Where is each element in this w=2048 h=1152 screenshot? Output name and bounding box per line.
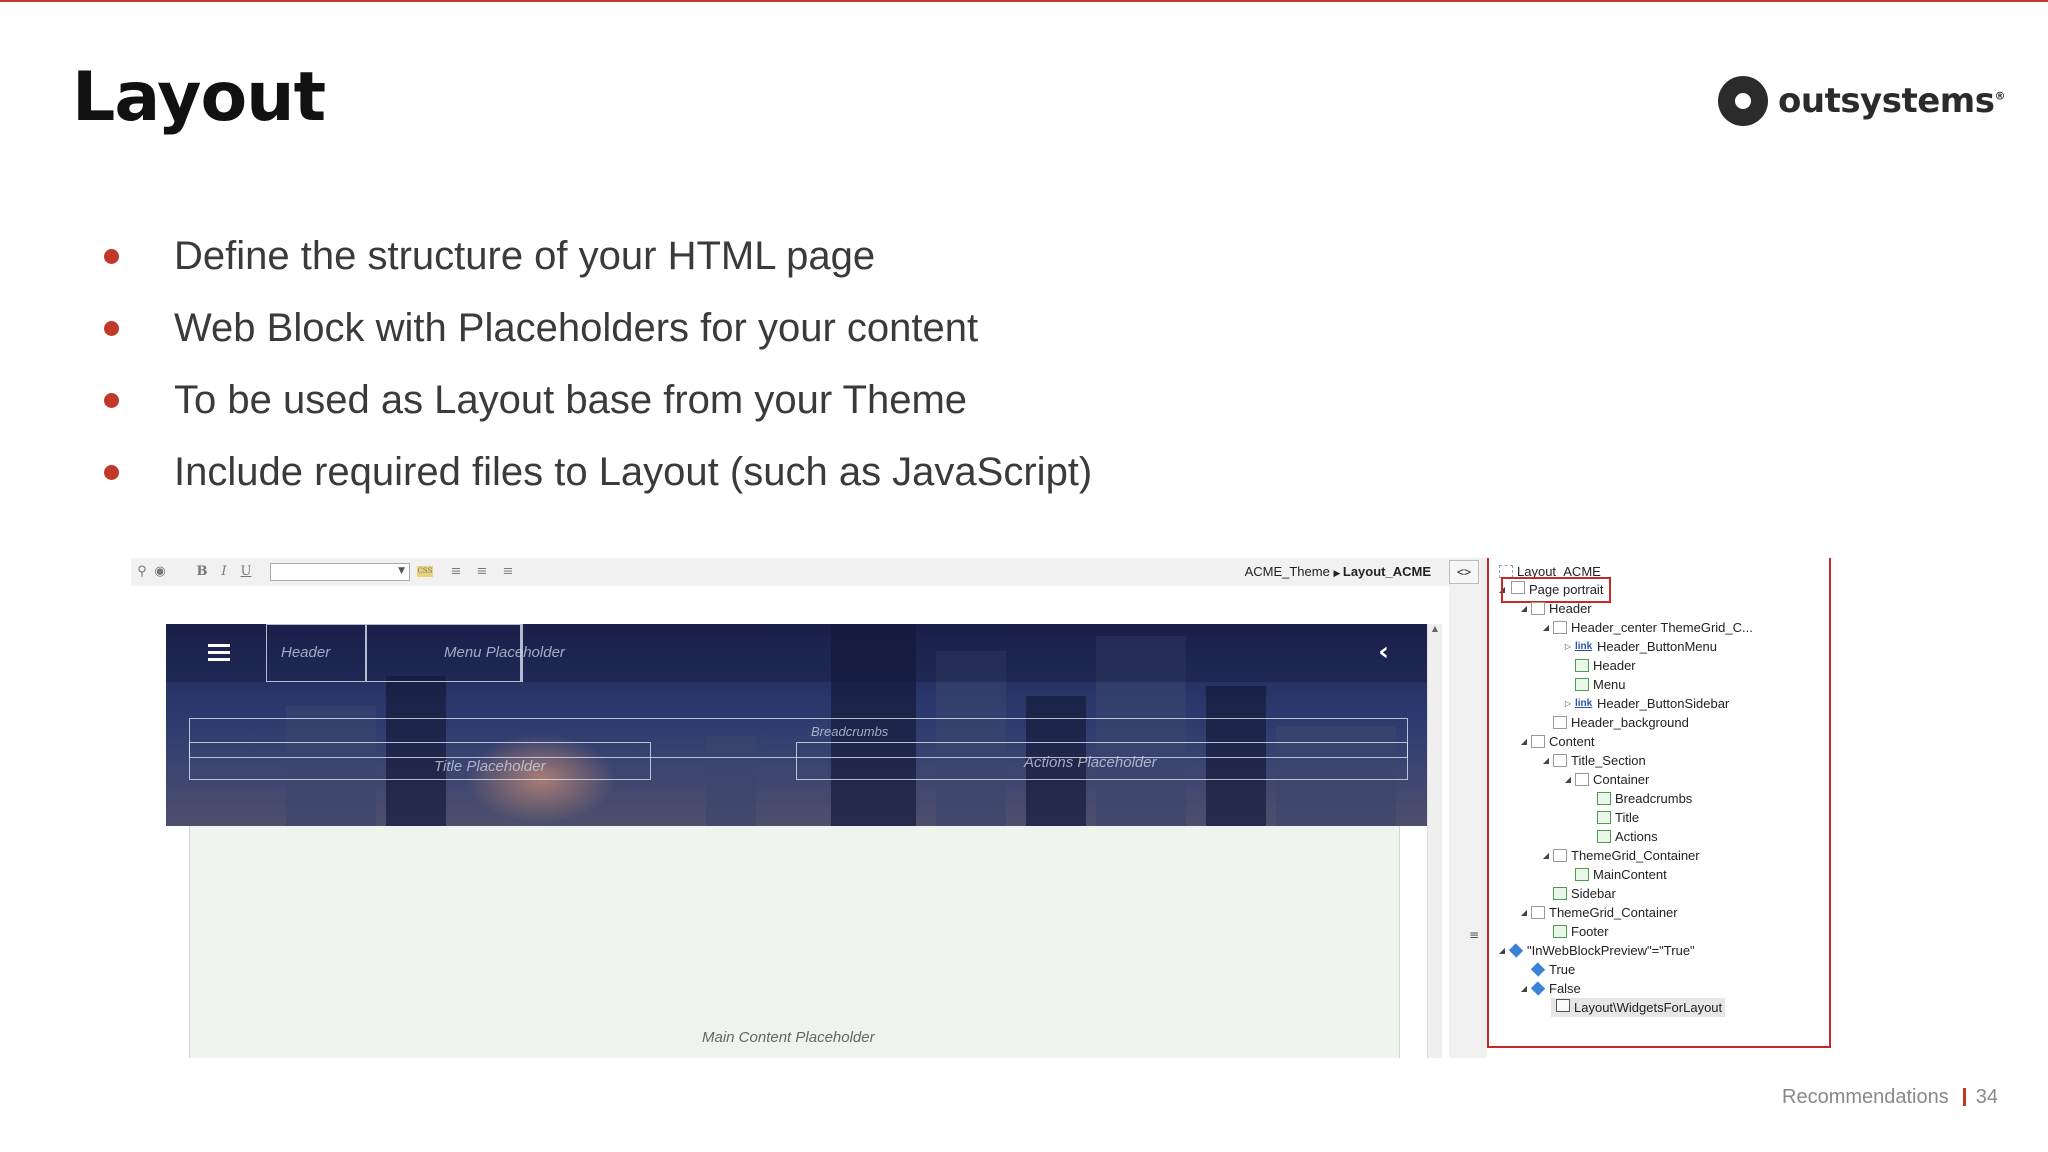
breadcrumb-current: Layout_ACME (1342, 564, 1431, 579)
slide-footer: Recommendations 34 (1782, 1086, 1998, 1109)
actions-placeholder-label: Actions Placeholder (1024, 754, 1157, 771)
slide-title: Layout (72, 58, 326, 137)
scroll-up-icon[interactable]: ▲ (1428, 624, 1442, 638)
menu-placeholder-label: Menu Placeholder (444, 644, 565, 661)
chevron-left-icon[interactable]: ‹ (1378, 637, 1389, 667)
align-right-icon[interactable]: ≡ (501, 565, 515, 579)
splitter-grip-icon[interactable]: ≡ (1469, 928, 1479, 942)
footer-divider (1962, 1088, 1966, 1106)
header-preview: ‹ Header Menu Placeholder Title Placehol… (166, 624, 1429, 826)
bold-button[interactable]: B (195, 565, 209, 579)
align-left-icon[interactable]: ≡ (449, 565, 463, 579)
editor-toolbar: ⚲ ◉ B I U ▼ CSS ≡ ≡ ≡ ACME_Theme ▶ Layou… (131, 558, 1449, 586)
footer-section: Recommendations (1782, 1086, 1949, 1108)
title-placeholder-label: Title Placeholder (434, 758, 546, 775)
breadcrumb-parent[interactable]: ACME_Theme (1245, 564, 1330, 579)
header-placeholder-label: Header (281, 644, 331, 661)
page-number: 34 (1975, 1086, 1998, 1108)
zoom-icon[interactable]: ⚲ (135, 565, 149, 579)
service-studio-screenshot: ⚲ ◉ B I U ▼ CSS ≡ ≡ ≡ ACME_Theme ▶ Layou… (131, 558, 1917, 1058)
top-accent-rule (0, 0, 2048, 2)
preview-icon[interactable]: ◉ (153, 565, 167, 579)
underline-button[interactable]: U (239, 565, 253, 579)
align-center-icon[interactable]: ≡ (475, 565, 489, 579)
bullet-dot-icon (104, 465, 119, 480)
layout-canvas: ‹ Header Menu Placeholder Title Placehol… (131, 586, 1449, 1058)
bullet-dot-icon (104, 321, 119, 336)
css-icon[interactable]: CSS (417, 566, 433, 577)
hamburger-menu-icon[interactable] (208, 644, 230, 665)
bullet-item: Web Block with Placeholders for your con… (100, 292, 1092, 364)
main-content-placeholder[interactable]: Main Content Placeholder (189, 826, 1400, 1058)
breadcrumbs-placeholder-label: Breadcrumbs (811, 724, 889, 739)
bullet-list: Define the structure of your HTML page W… (100, 220, 1092, 508)
bullet-dot-icon (104, 393, 119, 408)
code-toggle-button[interactable]: <> (1449, 560, 1479, 584)
chevron-down-icon: ▼ (398, 566, 405, 576)
style-select[interactable]: ▼ (270, 563, 410, 581)
bullet-item: Include required files to Layout (such a… (100, 436, 1092, 508)
outsystems-logo: outsystems® (1718, 74, 2005, 128)
main-content-placeholder-label: Main Content Placeholder (702, 1029, 875, 1046)
canvas-scrollbar[interactable]: ▲ (1427, 624, 1442, 1058)
outsystems-logo-icon (1718, 76, 1768, 126)
breadcrumb-separator-icon: ▶ (1333, 568, 1343, 578)
tree-highlight-frame (1487, 558, 1831, 1048)
bullet-item: To be used as Layout base from your Them… (100, 364, 1092, 436)
italic-button[interactable]: I (217, 565, 231, 579)
bullet-dot-icon (104, 249, 119, 264)
breadcrumb: ACME_Theme ▶ Layout_ACME (1245, 564, 1431, 579)
logo-wordmark: outsystems® (1778, 81, 2005, 121)
bullet-item: Define the structure of your HTML page (100, 220, 1092, 292)
